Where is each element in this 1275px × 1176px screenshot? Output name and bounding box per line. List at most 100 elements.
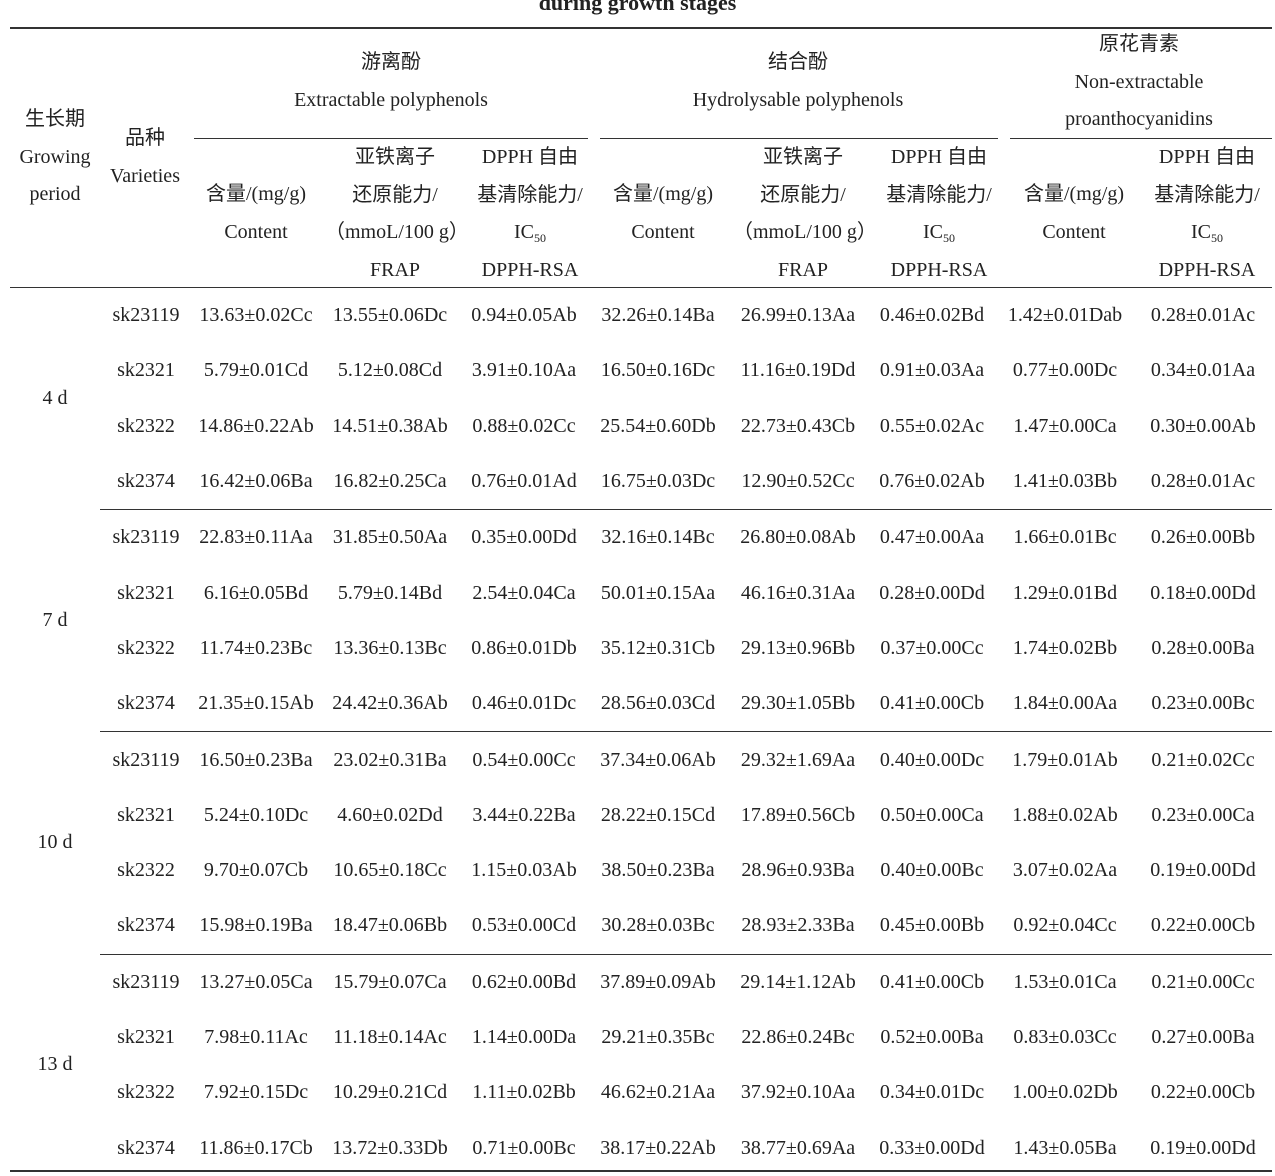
cell-ep-content: 7.92±0.15Dc [203, 1081, 309, 1104]
cell-hp-content: 38.50±0.23Ba [601, 859, 715, 882]
cell-hp-dpph: 0.37±0.00Cc [880, 636, 984, 659]
cell-ep-dpph: 1.11±0.02Bb [472, 1081, 576, 1104]
cell-hp-frap: 29.30±1.05Bb [728, 676, 868, 733]
cell-pa-content: 1.84±0.00Aa [996, 676, 1134, 733]
cell-hp-frap: 26.99±0.13Aa [740, 304, 856, 327]
cell-pa-content: 1.42±0.01Dab [1007, 304, 1123, 327]
cell-ep-frap: 5.79±0.14Bd [337, 581, 443, 604]
cell-ep-dpph: 3.91±0.10Aa [471, 359, 577, 382]
cell-hp-content: 16.75±0.03Dc [588, 453, 728, 511]
cell-hp-dpph: 0.40±0.00Dc [879, 748, 985, 771]
cell-ep-dpph: 0.76±0.01Ad [460, 453, 588, 511]
header-extractable-polyphenols: 游离酚 Extractable polyphenols [294, 51, 488, 111]
cell-hp-frap: 28.93±2.33Ba [728, 898, 868, 955]
subheader-hp-frap: 亚铁离子 还原能力/ （mmoL/100 g） FRAP [733, 146, 877, 281]
cell-variety: sk2374 [100, 898, 192, 955]
cell-ep-frap: 15.79±0.07Ca [333, 970, 447, 993]
cell-hp-frap: 29.32±1.69Aa [740, 748, 856, 771]
cell-hp-dpph: 0.76±0.02Ab [868, 453, 996, 511]
cell-variety: sk23119 [112, 304, 180, 327]
cell-variety: sk2321 [117, 359, 175, 382]
table-row: sk2374 21.35±0.15Ab 24.42±0.36Ab 0.46±0.01D… [10, 676, 1272, 733]
cell-ep-frap: 13.55±0.06Dc [332, 304, 448, 327]
cell-hp-frap: 37.92±0.10Aa [740, 1081, 856, 1104]
growing-period-cell: 7 d [42, 609, 68, 632]
cell-pa-dpph: 0.26±0.00Bb [1150, 526, 1256, 549]
cell-ep-content: 5.24±0.10Dc [203, 803, 309, 826]
cell-hp-content: 35.12±0.31Cb [600, 636, 716, 659]
cell-ep-dpph: 0.88±0.02Cc [472, 414, 576, 437]
cell-ep-content: 14.86±0.22Ab [198, 414, 314, 437]
cell-variety: sk23119 [112, 970, 180, 993]
cell-pa-dpph: 0.34±0.01Aa [1150, 359, 1256, 382]
cell-pa-content: 0.83±0.03Cc [1013, 1026, 1117, 1048]
cell-hp-content: 46.62±0.21Aa [600, 1081, 716, 1104]
cell-ep-dpph: 0.54±0.00Cc [472, 748, 576, 771]
cell-hp-content: 38.17±0.22Ab [600, 1136, 716, 1159]
cell-pa-content: 1.00±0.02Db [1012, 1081, 1118, 1104]
cell-variety: sk2374 [100, 453, 192, 511]
cell-hp-content: 50.01±0.15Aa [600, 581, 716, 604]
subheader-pa-content: 含量/(mg/g) Content [1024, 183, 1124, 243]
cell-pa-dpph: 0.28±0.01Ac [1150, 304, 1256, 327]
cell-ep-content: 15.98±0.19Ba [192, 898, 320, 955]
cell-hp-content: 32.16±0.14Bc [601, 526, 715, 549]
cell-ep-content: 16.42±0.06Ba [192, 453, 320, 511]
cell-variety: sk2322 [117, 859, 175, 882]
cell-pa-dpph: 0.28±0.00Ba [1151, 636, 1255, 659]
cell-hp-frap: 17.89±0.56Cb [740, 803, 856, 826]
cell-ep-content: 11.74±0.23Bc [199, 636, 313, 659]
cell-hp-content: 28.56±0.03Cd [588, 676, 728, 733]
cell-variety: sk2322 [117, 1081, 175, 1104]
cell-hp-frap: 22.73±0.43Cb [740, 414, 856, 437]
table-row: sk2374 16.42±0.06Ba 16.82±0.25Ca 0.76±0.01A… [10, 453, 1272, 511]
cell-hp-dpph: 0.45±0.00Bb [868, 898, 996, 955]
cell-hp-dpph: 0.50±0.00Ca [880, 803, 984, 826]
cell-ep-content: 6.16±0.05Bd [203, 581, 309, 604]
subheader-ep-content: 含量/(mg/g) Content [206, 183, 306, 243]
cell-ep-dpph: 3.44±0.22Ba [472, 803, 576, 826]
subheader-ep-dpph: DPPH 自由 基清除能力/ IC50 DPPH-RSA [477, 146, 583, 281]
table-row: sk2374 15.98±0.19Ba 18.47±0.06Bb 0.53±0.00C… [10, 898, 1272, 955]
cell-hp-dpph: 0.91±0.03Aa [879, 359, 985, 382]
cell-hp-frap: 12.90±0.52Cc [728, 453, 868, 511]
cell-hp-content: 29.21±0.35Bc [601, 1026, 715, 1048]
cell-pa-dpph: 0.22±0.00Cb [1150, 1081, 1256, 1104]
cell-pa-dpph: 0.18±0.00Dd [1150, 581, 1256, 604]
subheader-hp-dpph: DPPH 自由 基清除能力/ IC50 DPPH-RSA [886, 146, 992, 281]
cell-pa-content: 1.47±0.00Ca [1013, 414, 1117, 437]
cell-ep-dpph: 0.35±0.00Dd [471, 526, 577, 549]
cell-pa-dpph: 0.21±0.02Cc [1151, 748, 1255, 771]
cell-pa-content: 0.77±0.00Dc [1012, 359, 1118, 382]
cell-ep-frap: 5.12±0.08Cd [337, 359, 443, 382]
cell-pa-dpph: 0.23±0.00Ca [1151, 803, 1255, 826]
cell-ep-dpph: 0.71±0.00Bc [472, 1136, 576, 1159]
cell-hp-frap: 22.86±0.24Bc [741, 1026, 855, 1048]
header-growing-period: 生长期 Growing period [19, 108, 91, 205]
table-row: sk2322 11.74±0.23Bc 13.36±0.13Bc 0.86±0.01D… [10, 621, 1272, 676]
cell-ep-content: 7.98±0.11Ac [204, 1026, 308, 1048]
cell-hp-dpph: 0.41±0.00Cb [879, 970, 985, 993]
table-row: 4 d sk23119 13.63±0.02Cc 13.55±0.06Dc 0.94±0… [10, 288, 1272, 409]
cell-ep-dpph: 1.14±0.00Da [471, 1026, 577, 1048]
cell-hp-frap: 29.13±0.96Bb [740, 636, 856, 659]
cell-ep-frap: 23.02±0.31Ba [333, 748, 447, 771]
table-row: sk2321 5.79±0.01Cd 5.12±0.08Cd 3.91±0.10Aa 1… [10, 343, 1272, 398]
table-row: sk2321 7.98±0.11Ac 11.18±0.14Ac 1.14±0.00Da… [10, 1010, 1272, 1065]
subheader-ep-frap: 亚铁离子 还原能力/ （mmoL/100 g） FRAP [325, 146, 469, 281]
cell-hp-frap: 29.14±1.12Ab [740, 970, 856, 993]
subheader-pa-dpph: DPPH 自由 基清除能力/ IC50 DPPH-RSA [1154, 146, 1260, 281]
cell-ep-frap: 14.51±0.38Ab [332, 414, 448, 437]
cell-hp-dpph: 0.47±0.00Aa [879, 526, 985, 549]
cell-ep-dpph: 2.54±0.04Ca [472, 581, 576, 604]
cell-variety: sk2321 [117, 1026, 175, 1048]
cell-pa-content: 1.41±0.03Bb [996, 453, 1134, 511]
cell-hp-frap: 38.77±0.69Aa [740, 1136, 856, 1159]
cell-ep-frap: 10.29±0.21Cd [332, 1081, 448, 1104]
cell-variety: sk23119 [112, 526, 180, 549]
cell-hp-frap: 26.80±0.08Ab [740, 526, 856, 549]
table-row: sk2322 7.92±0.15Dc 10.29±0.21Cd 1.11±0.02Bb… [10, 1065, 1272, 1120]
cell-ep-frap: 13.72±0.33Db [332, 1136, 448, 1159]
cell-hp-dpph: 0.55±0.02Ac [879, 414, 985, 437]
cell-ep-dpph: 0.62±0.00Bd [471, 970, 577, 993]
